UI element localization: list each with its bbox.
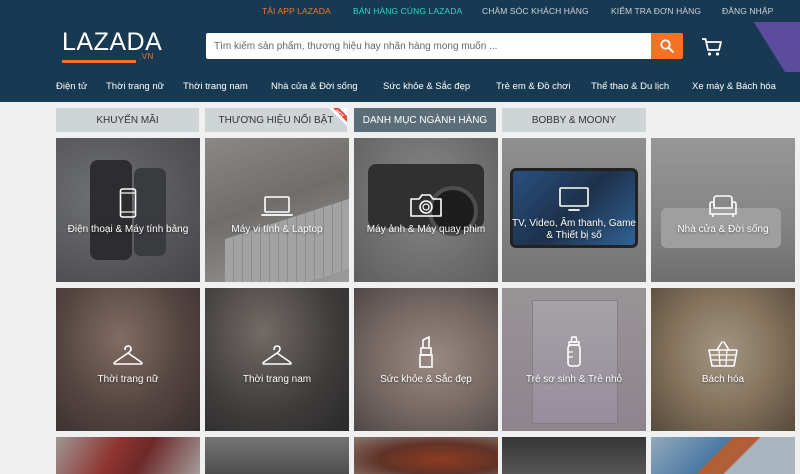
category-tile[interactable]: Máy ảnh & Máy quay phim xyxy=(354,138,498,282)
hanger-icon xyxy=(113,344,143,365)
nav-item-thoi-trang-nam[interactable]: Thời trang nam xyxy=(183,81,248,92)
tab-bobby-moony[interactable]: BOBBY & MOONY xyxy=(502,108,646,132)
cart-button[interactable] xyxy=(700,36,724,58)
laptop-icon xyxy=(261,196,293,216)
main-header: LAZADA .VN xyxy=(0,22,800,72)
category-tile[interactable]: Máy vi tính & Laptop xyxy=(205,138,349,282)
category-tile[interactable]: TV, Video, Âm thanh, Game & Thiết bị số xyxy=(502,138,646,282)
category-tile[interactable] xyxy=(651,437,795,474)
category-tile-label: Sức khỏe & Sắc đẹp xyxy=(380,373,472,385)
smartphone-icon xyxy=(119,188,137,218)
basket-icon xyxy=(708,340,738,367)
search-button[interactable] xyxy=(651,33,683,59)
category-tile-label: Máy ảnh & Máy quay phim xyxy=(366,224,486,235)
logo-underline xyxy=(62,60,136,63)
category-tile[interactable]: Thời trang nữ xyxy=(56,288,200,431)
tab-danh-muc[interactable]: DANH MỤC NGÀNH HÀNG xyxy=(354,108,496,132)
nav-item-xe-may[interactable]: Xe máy & Bách hóa xyxy=(692,81,776,92)
nav-item-dien-tu[interactable]: Điện tử xyxy=(56,81,87,92)
login-link[interactable]: ĐĂNG NHẬP xyxy=(722,6,773,16)
nav-item-the-thao[interactable]: Thể thao & Du lịch xyxy=(591,81,669,92)
category-tile[interactable]: Bách hóa xyxy=(651,288,795,431)
category-tile[interactable]: Nhà cửa & Đời sống xyxy=(651,138,795,282)
category-tile-label: Nhà cửa & Đời sống xyxy=(677,224,769,235)
category-tile-label: Điện thoại & Máy tính bảng xyxy=(67,224,189,235)
nav-item-suc-khoe[interactable]: Sức khỏe & Sắc đẹp xyxy=(383,81,470,92)
category-tile[interactable] xyxy=(56,437,200,474)
nav-item-nha-cua[interactable]: Nhà cửa & Đời sống xyxy=(271,81,358,92)
nav-item-thoi-trang-nu[interactable]: Thời trang nữ xyxy=(106,81,164,92)
sell-on-lazada-link[interactable]: BÁN HÀNG CÙNG LAZADA xyxy=(353,6,462,16)
category-tile[interactable] xyxy=(205,437,349,474)
category-tile-label: Trẻ sơ sinh & Trẻ nhỏ xyxy=(525,373,623,385)
hanger-icon xyxy=(262,344,292,365)
hot-badge: HOT xyxy=(329,108,347,126)
nav-item-tre-em[interactable]: Trẻ em & Đồ chơi xyxy=(496,81,571,92)
tab-thuong-hieu[interactable]: THƯƠNG HIỆU NỔI BẬT xyxy=(205,108,347,132)
tab-khuyen-mai[interactable]: KHUYẾN MÃI xyxy=(56,108,199,132)
search-input[interactable] xyxy=(206,33,652,59)
category-tile[interactable]: Thời trang nam xyxy=(205,288,349,431)
tv-icon xyxy=(559,187,589,211)
category-tile[interactable] xyxy=(502,437,646,474)
category-tile-label: TV, Video, Âm thanh, Game & Thiết bị số xyxy=(512,218,636,241)
decorative-corner xyxy=(740,22,800,72)
camera-icon xyxy=(410,194,442,217)
track-order-link[interactable]: KIỂM TRA ĐƠN HÀNG xyxy=(611,6,701,16)
category-tile[interactable] xyxy=(354,437,498,474)
sofa-icon xyxy=(709,195,737,217)
search-box xyxy=(206,33,652,59)
category-tile[interactable]: Điện thoại & Máy tính bảng xyxy=(56,138,200,282)
category-tile-label: Thời trang nữ xyxy=(97,373,159,385)
top-utility-bar: TẢI APP LAZADA BÁN HÀNG CÙNG LAZADA CHĂM… xyxy=(0,0,800,22)
category-tile-label: Thời trang nam xyxy=(242,373,312,385)
category-tile-label: Bách hóa xyxy=(701,373,745,385)
category-nav: Điện tử Thời trang nữ Thời trang nam Nhà… xyxy=(0,72,800,102)
cart-icon xyxy=(702,38,722,56)
category-tile-label: Máy vi tính & Laptop xyxy=(231,224,323,235)
download-app-link[interactable]: TẢI APP LAZADA xyxy=(262,6,331,16)
search-icon xyxy=(660,39,674,53)
baby-bottle-icon xyxy=(567,335,581,367)
category-tile[interactable]: Sức khỏe & Sắc đẹp xyxy=(354,288,498,431)
logo-suffix: .VN xyxy=(139,52,154,61)
customer-care-link[interactable]: CHĂM SÓC KHÁCH HÀNG xyxy=(482,6,589,16)
lipstick-icon xyxy=(419,335,433,368)
category-tile[interactable]: Trẻ sơ sinh & Trẻ nhỏ xyxy=(502,288,646,431)
